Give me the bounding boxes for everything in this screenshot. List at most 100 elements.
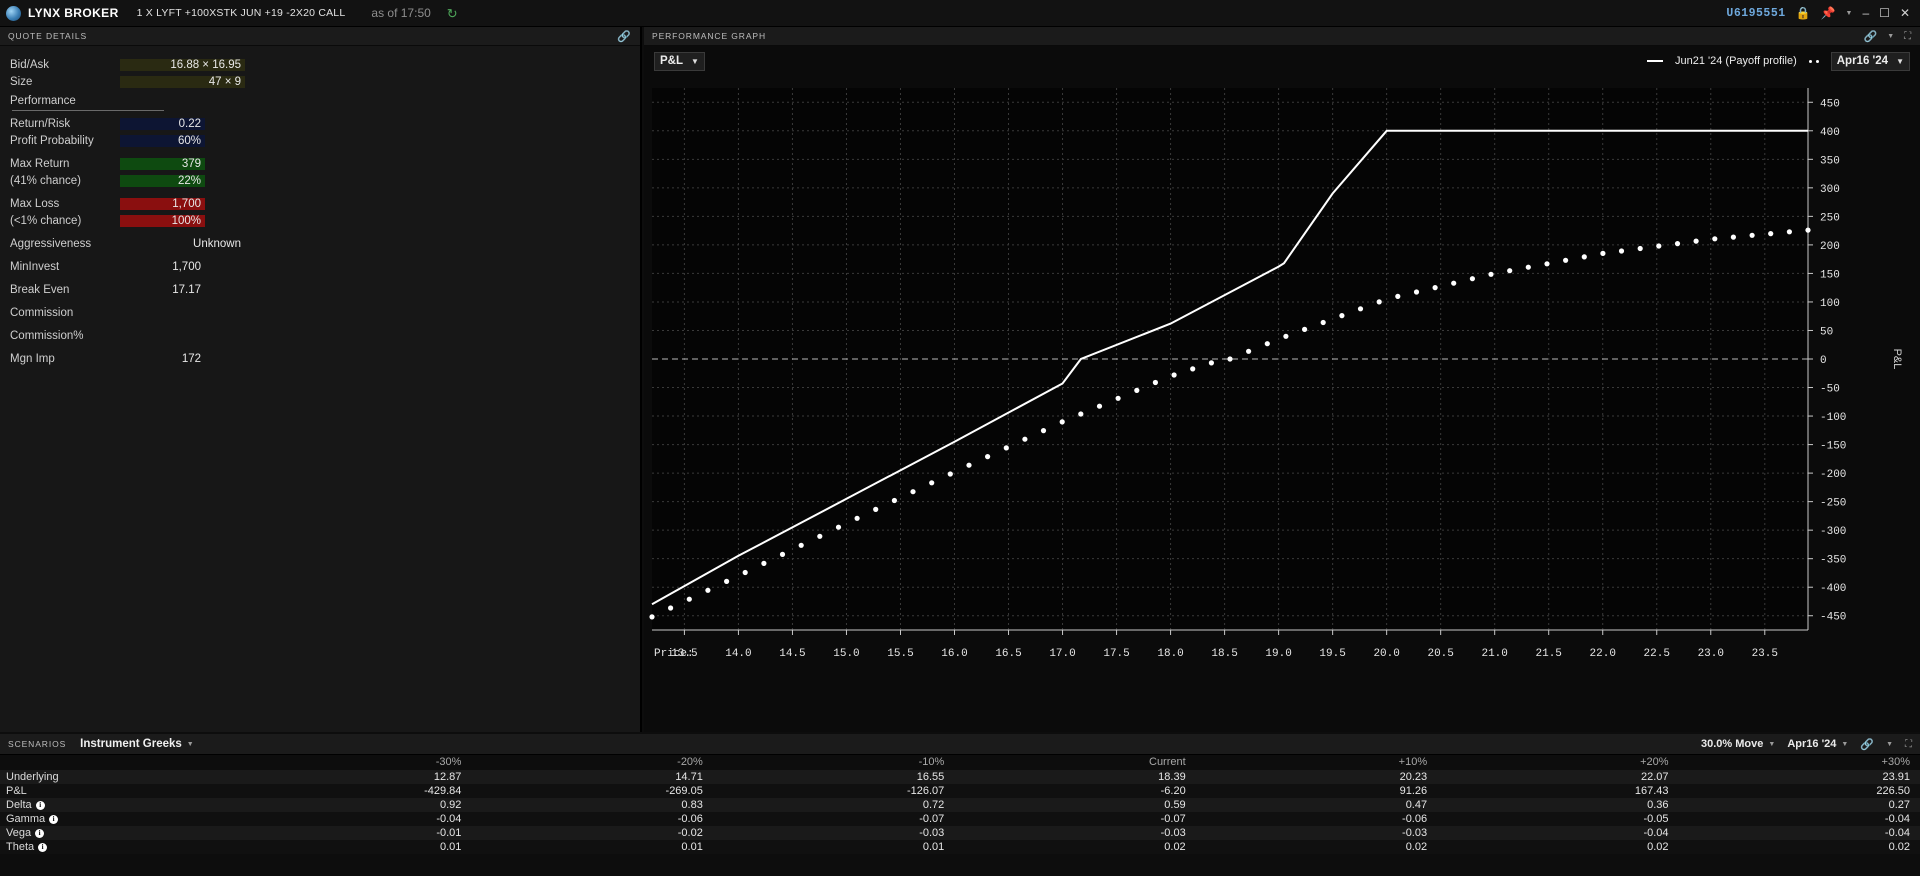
quote-row-max-return: Max Return 379 <box>10 155 640 172</box>
info-icon[interactable]: i <box>49 815 58 824</box>
x-axis-tick-label: 13.5 <box>671 648 697 660</box>
move-select[interactable]: 30.0% Move ▼ <box>1701 738 1775 750</box>
quote-row-return-risk: Return/Risk 0.22 <box>10 115 640 132</box>
lock-icon[interactable]: 🔒 <box>1796 7 1811 19</box>
info-icon[interactable]: i <box>36 801 45 810</box>
table-cell: 226.50 <box>1679 784 1920 798</box>
minimize-icon[interactable]: – <box>1862 7 1869 19</box>
x-axis-tick-label: 14.5 <box>779 648 805 660</box>
table-row[interactable]: Gammai-0.04-0.06-0.07-0.07-0.06-0.05-0.0… <box>0 812 1920 826</box>
info-icon[interactable]: i <box>38 843 47 852</box>
table-cell: -0.05 <box>1437 812 1678 826</box>
table-row[interactable]: P&L-429.84-269.05-126.07-6.2091.26167.43… <box>0 784 1920 798</box>
x-axis-tick-label: 21.0 <box>1481 648 1507 660</box>
instrument-greeks-select[interactable]: Instrument Greeks ▼ <box>80 738 194 750</box>
performance-section-title: Performance <box>10 90 640 107</box>
table-cell: 0.47 <box>1196 798 1437 812</box>
chevron-down-icon: ▼ <box>1841 741 1848 748</box>
account-number[interactable]: U6195551 <box>1726 7 1785 20</box>
quote-label: (41% chance) <box>10 175 120 187</box>
quote-label: Break Even <box>10 284 120 296</box>
table-cell: 20.23 <box>1196 770 1437 784</box>
table-cell: -0.03 <box>954 826 1195 840</box>
scenarios-table: -30% -20% -10% Current +10% +20% +30% Un… <box>0 755 1920 854</box>
row-label: Thetai <box>0 840 230 854</box>
scenarios-header: SCENARIOS Instrument Greeks ▼ 30.0% Move… <box>0 734 1920 755</box>
link-icon[interactable]: 🔗 <box>617 30 632 43</box>
link-icon[interactable]: 🔗 <box>1860 738 1874 751</box>
table-cell: -269.05 <box>471 784 712 798</box>
y-axis-tick-label: -100 <box>1820 412 1846 424</box>
quote-value: Unknown <box>120 238 245 250</box>
chevron-down-icon[interactable]: ▼ <box>1846 10 1853 17</box>
y-axis-tick-label: 450 <box>1820 98 1840 110</box>
quote-value: 379 <box>120 158 205 170</box>
chevron-down-icon[interactable]: ▼ <box>1887 33 1895 40</box>
payoff-chart[interactable]: 450400350300250200150100500-50-100-150-2… <box>644 78 1920 733</box>
table-cell: -126.07 <box>713 784 954 798</box>
scenario-date-select[interactable]: Apr16 '24 ▼ <box>1787 738 1848 750</box>
x-axis-tick-label: 18.0 <box>1157 648 1183 660</box>
table-row[interactable]: Thetai0.010.010.010.020.020.020.02 <box>0 840 1920 854</box>
table-row[interactable]: Underlying12.8714.7116.5518.3920.2322.07… <box>0 770 1920 784</box>
y-axis-tick-label: -200 <box>1820 469 1846 481</box>
chevron-down-icon[interactable]: ▼ <box>1886 741 1893 748</box>
quote-label: Return/Risk <box>10 118 120 130</box>
y-axis-tick-label: -250 <box>1820 498 1846 510</box>
quote-header-actions: 🔗 <box>617 30 632 43</box>
performance-toolbar: P&L ▼ Jun21 '24 (Payoff profile) Apr16 '… <box>644 46 1920 76</box>
performance-graph-panel: PERFORMANCE GRAPH 🔗 ▼ ⛶ P&L ▼ Jun21 '24 … <box>644 27 1920 732</box>
chevron-down-icon: ▼ <box>1768 741 1775 748</box>
column-header: -10% <box>713 755 954 770</box>
y-axis-tick-label: 50 <box>1820 326 1833 338</box>
x-axis-tick-label: 21.5 <box>1536 648 1562 660</box>
x-axis-tick-label: 16.0 <box>941 648 967 660</box>
quote-row-break-even: Break Even 17.17 <box>10 281 640 298</box>
table-cell: 0.02 <box>1679 840 1920 854</box>
quote-label: Aggressiveness <box>10 238 120 250</box>
x-axis-tick-label: 15.5 <box>887 648 913 660</box>
quote-label: Mgn Imp <box>10 353 120 365</box>
metric-select[interactable]: P&L ▼ <box>654 52 705 71</box>
section-divider <box>12 110 164 111</box>
expand-icon[interactable]: ⛶ <box>1905 739 1912 750</box>
table-row[interactable]: Vegai-0.01-0.02-0.03-0.03-0.03-0.04-0.04 <box>0 826 1920 840</box>
table-cell: 0.72 <box>713 798 954 812</box>
metric-select-label: P&L <box>660 55 683 67</box>
table-cell: -0.04 <box>1679 826 1920 840</box>
table-cell: 0.02 <box>954 840 1195 854</box>
table-row[interactable]: Deltai0.920.830.720.590.470.360.27 <box>0 798 1920 812</box>
pin-icon[interactable]: 📌 <box>1821 7 1836 19</box>
refresh-icon[interactable]: ↻ <box>447 7 458 20</box>
performance-graph-header: PERFORMANCE GRAPH 🔗 ▼ ⛶ <box>644 27 1920 46</box>
y-axis-tick-label: 100 <box>1820 298 1840 310</box>
column-header: +10% <box>1196 755 1437 770</box>
close-icon[interactable]: ✕ <box>1900 7 1910 19</box>
quote-row-commission-pct: Commission% <box>10 327 640 344</box>
x-axis-tick-label: 20.0 <box>1373 648 1399 660</box>
date-select[interactable]: Apr16 '24 ▼ <box>1831 52 1910 71</box>
trading-application: LYNX BROKER 1 X LYFT +100XSTK JUN +19 -2… <box>0 0 1920 876</box>
y-axis-title: P&L <box>1891 349 1903 370</box>
x-axis-tick-label: 19.5 <box>1319 648 1345 660</box>
expand-icon[interactable]: ⛶ <box>1904 31 1912 42</box>
column-header: -20% <box>471 755 712 770</box>
column-header <box>0 755 230 770</box>
x-axis-tick-label: 23.5 <box>1752 648 1778 660</box>
row-label: P&L <box>0 784 230 798</box>
table-cell: 12.87 <box>230 770 471 784</box>
quote-value: 22% <box>120 175 205 187</box>
table-cell: 18.39 <box>954 770 1195 784</box>
maximize-icon[interactable]: ☐ <box>1879 7 1890 19</box>
table-cell: 23.91 <box>1679 770 1920 784</box>
table-cell: 0.27 <box>1679 798 1920 812</box>
link-icon[interactable]: 🔗 <box>1864 30 1879 43</box>
quote-label: MinInvest <box>10 261 120 273</box>
info-icon[interactable]: i <box>35 829 44 838</box>
quote-row-max-return-chance: (41% chance) 22% <box>10 172 640 189</box>
y-axis-tick-label: 400 <box>1820 127 1840 139</box>
quote-row-size: Size 47 × 9 <box>10 73 640 90</box>
y-axis-tick-label: -450 <box>1820 612 1846 624</box>
scenario-date-label: Apr16 '24 <box>1787 738 1836 750</box>
scenarios-header-actions: 30.0% Move ▼ Apr16 '24 ▼ 🔗 ▼ ⛶ <box>1701 738 1912 751</box>
